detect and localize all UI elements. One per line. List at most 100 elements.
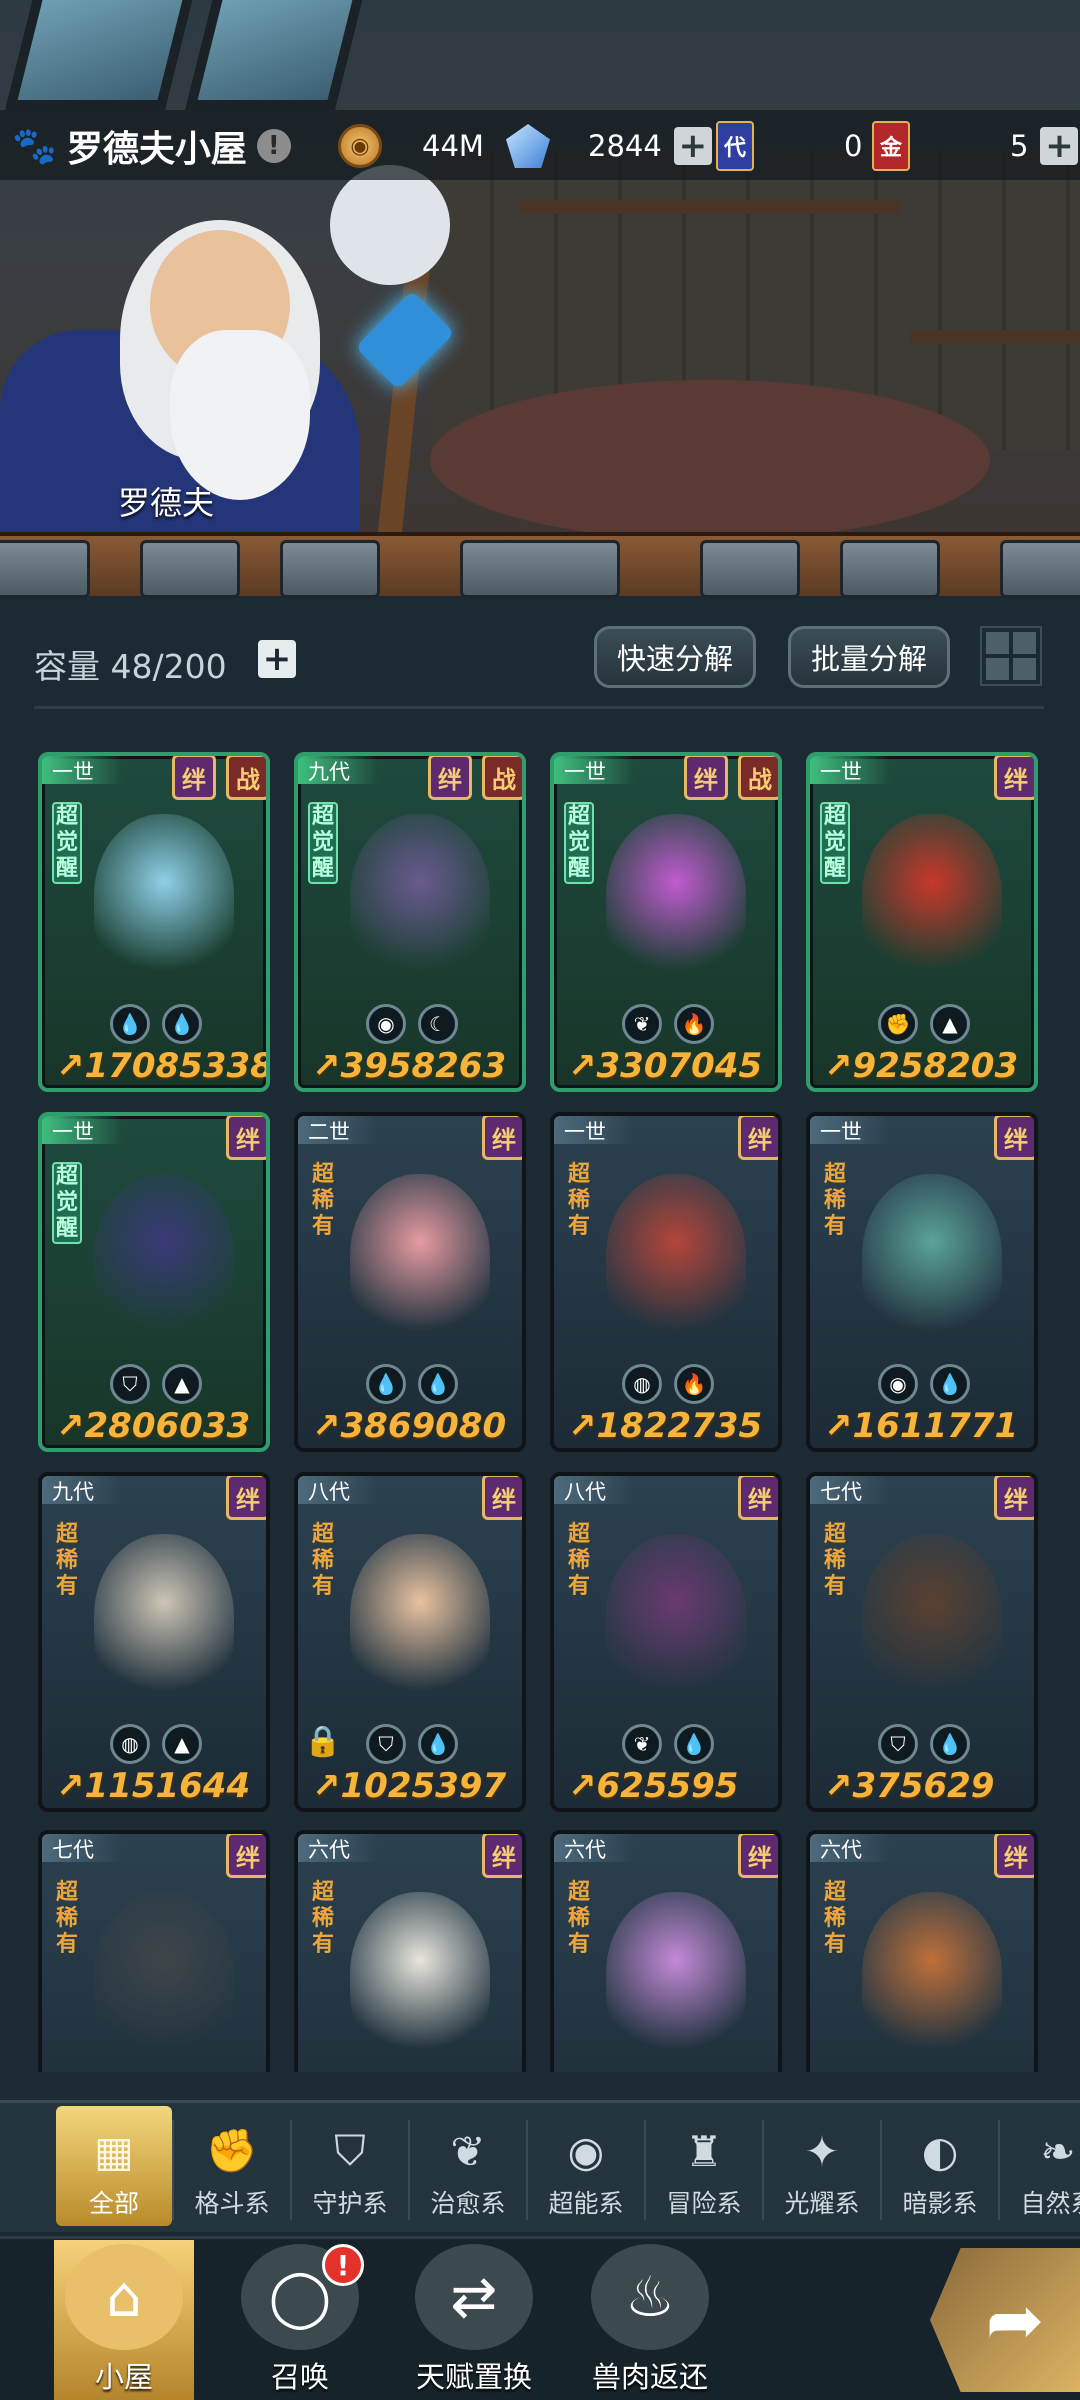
water-drop-icon: 💧 xyxy=(418,1724,458,1764)
nav-tab-0[interactable]: ⌂ 小屋 xyxy=(54,2240,194,2400)
power-value: 3869080 xyxy=(340,1406,507,1446)
awakened-rarity-label: 超觉醒 xyxy=(308,802,338,884)
batch-decompose-button[interactable]: 批量分解 xyxy=(788,626,951,688)
book-shelf xyxy=(520,200,900,214)
super-rare-label: 超稀有 xyxy=(823,1522,846,1599)
monster-card[interactable]: 二世 绊超稀有 💧 💧 ↗3869080 xyxy=(294,1112,526,1452)
combat-power: ↗1151644 xyxy=(56,1766,250,1806)
power-value: 3958263 xyxy=(340,1046,507,1086)
monster-card[interactable]: 一世绊超稀有 ◍ 🔥 ↗1822735 xyxy=(550,1112,782,1452)
filter-tab-1[interactable]: ✊ 格斗系 xyxy=(174,2106,290,2226)
monster-card[interactable]: 一世绊战超觉醒 💧 💧 ↗17085338 xyxy=(38,752,270,1092)
quick-decompose-button[interactable]: 快速分解 xyxy=(594,626,757,688)
lock-icon: 🔒 xyxy=(304,1724,342,1759)
filter-separator xyxy=(644,2120,646,2220)
rock-icon: ▲ xyxy=(930,1004,970,1044)
bond-badge: 绊 xyxy=(994,756,1034,800)
filter-tab-7[interactable]: ◐ 暗影系 xyxy=(882,2106,998,2226)
generation-tag: 七代 xyxy=(810,1476,890,1504)
monster-card[interactable]: 七代 绊超稀有 xyxy=(38,1830,270,2072)
monster-card[interactable]: 一世绊超觉醒 ✊ ▲ ↗9258203 xyxy=(806,752,1038,1092)
power-arrow-icon: ↗ xyxy=(824,1766,853,1806)
monster-card[interactable]: 六代 绊超稀有 xyxy=(294,1830,526,2072)
nav-label: 召唤 xyxy=(270,2360,329,2394)
filter-label: 守护系 xyxy=(312,2189,388,2218)
monster-card[interactable]: 一世绊超觉醒 ⛉ ▲ ↗2806033 xyxy=(38,1112,270,1452)
filter-separator xyxy=(526,2120,528,2220)
fire-icon: 🔥 xyxy=(674,1004,714,1044)
swap-icon: ⇄ xyxy=(415,2244,533,2350)
monster-portrait xyxy=(350,814,490,984)
nav-tab-2[interactable]: ⇄ 天赋置换 xyxy=(404,2240,544,2400)
go-arrow-button[interactable]: ➦ xyxy=(930,2248,1080,2392)
filter-tab-0[interactable]: ▦ 全部 xyxy=(56,2106,172,2226)
monster-card[interactable]: 九代绊超稀有 ◍ ▲ ↗1151644 xyxy=(38,1472,270,1812)
filter-tab-5[interactable]: ♜ 冒险系 xyxy=(646,2106,762,2226)
monster-card[interactable]: 九代绊战超觉醒 ◉ ☾ ↗3958263 xyxy=(294,752,526,1092)
power-value: 17085338 xyxy=(84,1046,270,1086)
super-rare-label: 超稀有 xyxy=(311,1162,334,1239)
combat-power: ↗375629 xyxy=(824,1766,994,1806)
leaf-icon: ❦ xyxy=(622,1004,662,1044)
filter-tab-2[interactable]: ⛉ 守护系 xyxy=(292,2106,408,2226)
all-blocks-icon: ▦ xyxy=(94,2126,134,2176)
monster-portrait xyxy=(94,1174,234,1344)
monster-card[interactable]: 七代绊超稀有 ⛉ 💧 ↗375629 xyxy=(806,1472,1038,1812)
generation-tag: 六代 xyxy=(810,1834,890,1862)
monster-card[interactable]: 一世绊超稀有 ◉ 💧 ↗1611771 xyxy=(806,1112,1038,1452)
filter-tab-6[interactable]: ✦ 光耀系 xyxy=(764,2106,880,2226)
filter-tab-3[interactable]: ❦ 治愈系 xyxy=(410,2106,526,2226)
awakened-rarity-label: 超觉醒 xyxy=(820,802,850,884)
monster-card[interactable]: 六代 绊超稀有 xyxy=(806,1830,1038,2072)
filter-tab-4[interactable]: ◉ 超能系 xyxy=(528,2106,644,2226)
power-arrow-icon: ↗ xyxy=(568,1406,597,1446)
filter-label: 超能系 xyxy=(548,2189,624,2218)
water-drop-icon: 💧 xyxy=(418,1364,458,1404)
bond-badge: 绊 xyxy=(482,1116,522,1160)
alien-icon: ◉ xyxy=(567,2126,605,2176)
filter-tab-8[interactable]: ❧ 自然系 xyxy=(1000,2106,1080,2226)
super-rare-label: 超稀有 xyxy=(567,1522,590,1599)
monster-portrait xyxy=(606,814,746,984)
filter-label: 光耀系 xyxy=(784,2189,860,2218)
water-drop-icon: 💧 xyxy=(110,1004,150,1044)
info-icon[interactable]: ! xyxy=(256,129,291,163)
filter-separator xyxy=(998,2120,1000,2220)
monster-card[interactable]: 八代绊超稀有 ❦ 💧 ↗625595 xyxy=(550,1472,782,1812)
super-rare-label: 超稀有 xyxy=(311,1880,334,1957)
meat-icon: ♨ xyxy=(591,2244,709,2350)
combat-power: ↗3869080 xyxy=(312,1406,506,1446)
gold-card-icon: 金 xyxy=(872,121,910,171)
generation-tag: 二世 xyxy=(298,1116,378,1144)
power-arrow-icon: ↗ xyxy=(568,1766,597,1806)
water-drop-icon: 💧 xyxy=(162,1004,202,1044)
monster-card[interactable]: 八代 绊超稀有 ⛉ 💧 🔒 ↗1025397 xyxy=(294,1472,526,1812)
grid-view-icon[interactable] xyxy=(980,626,1042,686)
gold-value: 44M xyxy=(422,129,484,163)
add-crystal-button[interactable]: + xyxy=(673,126,712,166)
super-rare-label: 超稀有 xyxy=(823,1162,846,1239)
shield-icon: ⛉ xyxy=(878,1724,918,1764)
power-arrow-icon: ↗ xyxy=(56,1046,85,1086)
monster-portrait xyxy=(862,814,1002,984)
add-gold-card-button[interactable]: + xyxy=(1040,126,1079,166)
monster-card[interactable]: 六代 绊超稀有 xyxy=(550,1830,782,2072)
power-value: 1025397 xyxy=(340,1766,507,1806)
bond-badge: 绊 xyxy=(994,1116,1034,1160)
generation-tag: 八代 xyxy=(554,1476,634,1504)
monster-card[interactable]: 一世绊战超觉醒 ❦ 🔥 ↗3307045 xyxy=(550,752,782,1092)
water-drop-icon: 💧 xyxy=(366,1364,406,1404)
power-value: 2806033 xyxy=(84,1406,251,1446)
skylight-window xyxy=(185,0,365,110)
summon-alert-badge: ! xyxy=(322,2244,364,2286)
generation-tag: 一世 xyxy=(810,756,890,784)
filter-separator xyxy=(762,2120,764,2220)
power-arrow-icon: ↗ xyxy=(824,1046,853,1086)
power-value: 1611771 xyxy=(852,1406,1019,1446)
crystal-resource: 2844 + xyxy=(506,122,712,170)
filter-label: 治愈系 xyxy=(430,2189,506,2218)
add-capacity-button[interactable]: + xyxy=(258,639,296,679)
nav-tab-3[interactable]: ♨ 兽肉返还 xyxy=(580,2240,720,2400)
power-value: 1151644 xyxy=(84,1766,251,1806)
monster-portrait xyxy=(350,1892,490,2062)
